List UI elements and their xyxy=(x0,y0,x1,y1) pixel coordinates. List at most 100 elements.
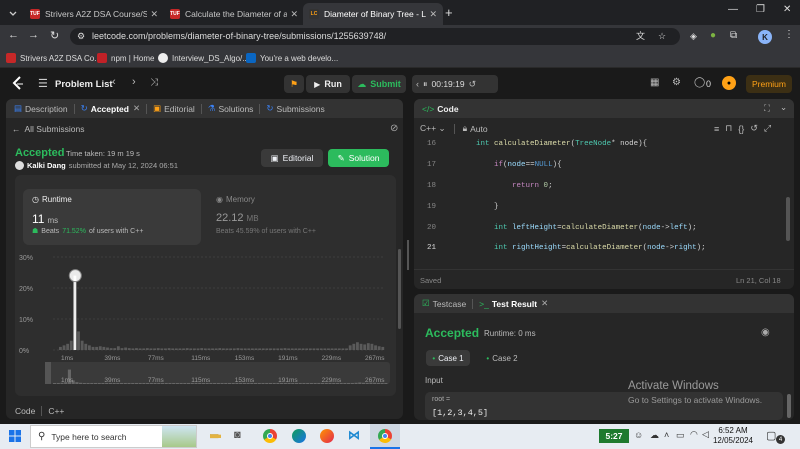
case-1-button[interactable]: • Case 1 xyxy=(426,350,470,366)
profile-avatar[interactable]: K xyxy=(758,30,772,44)
case-2-button[interactable]: • Case 2 xyxy=(480,350,524,366)
minimap-bar xyxy=(343,383,347,384)
prev-problem-icon[interactable]: ‹ xyxy=(112,76,116,88)
new-tab-icon[interactable]: + xyxy=(445,5,453,20)
tab-submissions[interactable]: Submissions xyxy=(277,104,325,114)
close-tab-icon[interactable]: ✕ xyxy=(541,298,548,309)
tab-solutions[interactable]: Solutions xyxy=(218,104,253,114)
chrome-icon[interactable] xyxy=(378,429,392,443)
forward-arrow-icon[interactable]: → xyxy=(28,29,39,41)
volume-icon[interactable]: ◁ xyxy=(702,429,709,440)
reset-code-icon[interactable]: ↺ xyxy=(750,123,758,134)
windows-start-icon[interactable] xyxy=(9,430,21,442)
close-window-icon[interactable]: ✕ xyxy=(783,4,791,15)
user-avatar[interactable]: ● xyxy=(722,76,736,90)
editor-scrollbar[interactable] xyxy=(786,197,790,241)
edge-icon[interactable] xyxy=(292,429,306,443)
bookmark-item[interactable]: You're a web develo... xyxy=(246,53,338,63)
close-tab-icon[interactable]: ✕ xyxy=(150,9,158,20)
bookmark-icon[interactable]: ⊓ xyxy=(725,123,732,134)
browser-menu-icon[interactable]: ⋮ xyxy=(784,29,794,40)
tab-test-result[interactable]: Test Result xyxy=(492,299,537,309)
collapse-icon[interactable]: ‹ xyxy=(416,79,419,89)
editorial-button[interactable]: ▣ Editorial xyxy=(261,149,323,167)
firefox-icon[interactable] xyxy=(320,429,334,443)
solution-button[interactable]: ✎ Solution xyxy=(328,149,389,167)
back-arrow-icon[interactable]: ← xyxy=(8,29,19,41)
vscode-icon[interactable]: ⋈ xyxy=(348,428,360,442)
settings-gear-icon[interactable]: ⚙ xyxy=(672,77,681,88)
restore-window-icon[interactable]: ❐ xyxy=(756,4,765,15)
fullscreen-icon[interactable]: ⤢ xyxy=(764,123,771,134)
people-icon[interactable]: ☺ xyxy=(634,430,643,440)
problem-list-icon[interactable]: ☰ xyxy=(38,77,48,90)
browser-tab-2[interactable]: TUF Calculate the Diameter of a Bin ✕ xyxy=(164,3,304,25)
minimize-window-icon[interactable]: — xyxy=(728,4,738,15)
bookmark-item[interactable]: npm | Home xyxy=(97,53,154,63)
code-lines[interactable]: 16 int calculateDiameter(TreeNode* node)… xyxy=(414,135,786,263)
braces-icon[interactable]: {} xyxy=(738,124,744,134)
chrome-icon[interactable] xyxy=(263,429,277,443)
bookmark-item[interactable]: Strivers A2Z DSA Co... xyxy=(6,53,101,63)
shuffle-icon[interactable]: ⤨ xyxy=(150,77,158,88)
chevron-up-icon[interactable]: ˄ xyxy=(664,430,669,440)
reset-timer-icon[interactable]: ↺ xyxy=(469,79,477,90)
tab-accepted[interactable]: Accepted xyxy=(91,104,129,114)
collapse-icon[interactable]: ⌄ xyxy=(780,102,787,113)
debug-button[interactable]: ⚑ xyxy=(284,75,304,93)
close-tab-icon[interactable]: ✕ xyxy=(133,103,140,114)
bookmark-item[interactable]: Interview_DS_Algo/... xyxy=(158,53,249,63)
cloud-icon[interactable]: ☁ xyxy=(650,430,659,441)
camera-app-icon[interactable]: ◙ xyxy=(234,429,241,441)
browser-tab-1[interactable]: TUF Strivers A2Z DSA Course/Sheet ✕ xyxy=(24,3,164,25)
format-icon[interactable]: ≡ xyxy=(714,124,719,134)
extension-icon[interactable]: ● xyxy=(710,30,716,41)
close-tab-icon[interactable]: ✕ xyxy=(290,9,298,20)
avatar[interactable] xyxy=(15,161,24,170)
address-bar[interactable]: ⚙ leetcode.com/problems/diameter-of-bina… xyxy=(70,28,680,45)
extensions-puzzle-icon[interactable]: ⧉ xyxy=(730,30,737,41)
premium-button[interactable]: Premium xyxy=(746,75,792,93)
translate-icon[interactable]: 文 xyxy=(636,28,645,45)
language-select[interactable]: C++ ⌄ xyxy=(420,123,446,134)
auto-mode[interactable]: Auto xyxy=(470,124,488,134)
taskbar-search-box[interactable]: ⚲ Type here to search xyxy=(30,425,197,448)
left-scrollbar[interactable] xyxy=(398,249,401,329)
runtime-distribution-chart[interactable]: 30% 20% 10% 0% 1ms 39ms 77ms 115ms 153ms 191ms 229… xyxy=(15,247,396,395)
vertical-splitter[interactable] xyxy=(407,240,409,270)
maximize-icon[interactable]: ⛶ xyxy=(764,103,770,114)
minimap-bar xyxy=(142,383,146,384)
site-info-icon[interactable]: ⚙ xyxy=(77,28,85,45)
tab-description[interactable]: Description xyxy=(25,104,68,114)
reload-icon[interactable]: ↻ xyxy=(50,29,59,42)
minimap-bar xyxy=(123,383,127,384)
problem-list-link[interactable]: Problem List xyxy=(55,79,113,90)
clock[interactable]: 6:52 AM 12/05/2024 xyxy=(710,426,756,446)
memory-header[interactable]: ◉ Memory xyxy=(216,195,255,204)
network-icon[interactable]: ▭ xyxy=(676,430,685,441)
bookmark-star-icon[interactable]: ☆ xyxy=(658,28,666,45)
share-link-icon[interactable]: ⊘ xyxy=(390,123,398,134)
extension-icon[interactable]: ◈ xyxy=(690,31,697,42)
next-problem-icon[interactable]: › xyxy=(132,76,136,88)
battery-badge[interactable]: 5:27 xyxy=(599,429,629,443)
run-button[interactable]: ▶ Run xyxy=(306,75,350,93)
browser-tab-3[interactable]: LC Diameter of Binary Tree - LeetC ✕ xyxy=(303,3,443,25)
tab-search-icon[interactable] xyxy=(6,6,20,20)
eye-icon[interactable]: ◉ xyxy=(761,327,770,338)
timer-widget[interactable]: ‹ ⏸ 00:19:19 ↺ xyxy=(412,75,498,93)
result-scrollbar[interactable] xyxy=(787,394,791,418)
pause-icon[interactable]: ⏸ xyxy=(423,79,428,90)
file-explorer-icon[interactable]: ▬ xyxy=(210,429,221,441)
username[interactable]: Kalki Dang xyxy=(27,161,66,170)
all-submissions-link[interactable]: ← All Submissions xyxy=(12,124,85,134)
submit-button[interactable]: ☁ Submit xyxy=(352,75,406,93)
tab-testcase[interactable]: Testcase xyxy=(433,299,467,309)
layout-grid-icon[interactable]: ▦ xyxy=(650,77,659,88)
leetcode-logo-icon[interactable] xyxy=(12,76,24,91)
coins-icon[interactable]: ◯ xyxy=(694,77,705,88)
wifi-icon[interactable]: ◠ xyxy=(690,429,698,440)
notification-icon[interactable]: ▢ xyxy=(766,429,776,442)
close-tab-icon[interactable]: ✕ xyxy=(429,9,437,20)
tab-editorial[interactable]: Editorial xyxy=(164,104,195,114)
